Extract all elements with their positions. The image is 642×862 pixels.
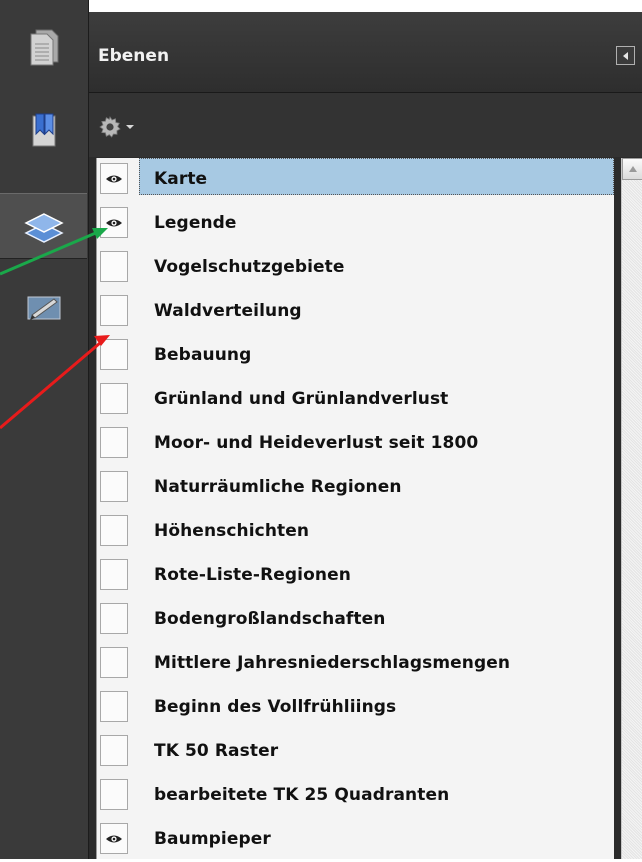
layers-list: Karte Legende Vogelschutzgebiete Waldvertei… bbox=[96, 158, 614, 859]
visibility-toggle[interactable] bbox=[100, 823, 128, 854]
visibility-toggle[interactable] bbox=[100, 339, 128, 370]
bookmarks-icon bbox=[32, 113, 55, 147]
layer-row[interactable]: Vogelschutzgebiete bbox=[97, 246, 614, 290]
layer-label: Karte bbox=[154, 169, 208, 189]
layer-label: Grünland und Grünlandverlust bbox=[154, 389, 449, 409]
layer-label: Legende bbox=[154, 213, 237, 233]
layer-label: Bebauung bbox=[154, 345, 252, 365]
signatures-icon bbox=[27, 296, 60, 320]
triangle-left-icon bbox=[622, 51, 628, 60]
layer-row[interactable]: TK 50 Raster bbox=[97, 730, 614, 774]
layer-row[interactable]: Naturräumliche Regionen bbox=[97, 466, 614, 510]
pages-icon bbox=[30, 29, 58, 66]
visibility-toggle[interactable] bbox=[100, 515, 128, 546]
layer-row[interactable]: Baumpieper bbox=[97, 818, 614, 862]
layer-label: Moor- und Heideverlust seit 1800 bbox=[154, 433, 479, 453]
visibility-toggle[interactable] bbox=[100, 603, 128, 634]
navigation-rail bbox=[0, 0, 89, 859]
layer-row[interactable]: bearbeitete TK 25 Quadranten bbox=[97, 774, 614, 818]
layer-label: Waldverteilung bbox=[154, 301, 302, 321]
layer-label: Naturräumliche Regionen bbox=[154, 477, 402, 497]
layer-label: Bodengroßlandschaften bbox=[154, 609, 386, 629]
eye-icon bbox=[106, 175, 122, 182]
signatures-button[interactable] bbox=[0, 278, 87, 338]
layer-row[interactable]: Karte bbox=[97, 158, 614, 202]
layer-row[interactable]: Höhenschichten bbox=[97, 510, 614, 554]
visibility-toggle[interactable] bbox=[100, 251, 128, 282]
gear-icon bbox=[99, 116, 121, 138]
layer-row[interactable]: Beginn des Vollfrühliings bbox=[97, 686, 614, 730]
layers-button[interactable] bbox=[0, 193, 87, 259]
visibility-toggle[interactable] bbox=[100, 471, 128, 502]
panel-header: Ebenen bbox=[89, 12, 642, 93]
visibility-toggle[interactable] bbox=[100, 779, 128, 810]
chevron-down-icon bbox=[126, 125, 134, 129]
layer-row[interactable]: Moor- und Heideverlust seit 1800 bbox=[97, 422, 614, 466]
visibility-toggle[interactable] bbox=[100, 691, 128, 722]
layer-row[interactable]: Rote-Liste-Regionen bbox=[97, 554, 614, 598]
scroll-up-button[interactable] bbox=[622, 158, 642, 180]
layer-label: bearbeitete TK 25 Quadranten bbox=[154, 785, 450, 805]
layer-row[interactable]: Grünland und Grünlandverlust bbox=[97, 378, 614, 422]
visibility-toggle[interactable] bbox=[100, 559, 128, 590]
visibility-toggle[interactable] bbox=[100, 207, 128, 238]
layer-row[interactable]: Waldverteilung bbox=[97, 290, 614, 334]
layer-row[interactable]: Bodengroßlandschaften bbox=[97, 598, 614, 642]
triangle-up-icon bbox=[628, 166, 637, 172]
layer-label: Mittlere Jahresniederschlagsmengen bbox=[154, 653, 511, 673]
layer-row[interactable]: Legende bbox=[97, 202, 614, 246]
eye-icon bbox=[106, 835, 122, 842]
visibility-toggle[interactable] bbox=[100, 383, 128, 414]
visibility-toggle[interactable] bbox=[100, 427, 128, 458]
pages-button[interactable] bbox=[0, 17, 87, 77]
layer-row[interactable]: Bebauung bbox=[97, 334, 614, 378]
eye-icon bbox=[106, 219, 122, 226]
layer-label: Höhenschichten bbox=[154, 521, 310, 541]
layer-row[interactable]: Mittlere Jahresniederschlagsmengen bbox=[97, 642, 614, 686]
visibility-toggle[interactable] bbox=[100, 163, 128, 194]
layer-label: TK 50 Raster bbox=[154, 741, 279, 761]
visibility-toggle[interactable] bbox=[100, 735, 128, 766]
layer-label: Rote-Liste-Regionen bbox=[154, 565, 351, 585]
selection-highlight bbox=[139, 158, 614, 195]
bookmarks-button[interactable] bbox=[0, 100, 87, 160]
options-toolbar bbox=[89, 93, 642, 157]
visibility-toggle[interactable] bbox=[100, 647, 128, 678]
layer-label: Baumpieper bbox=[154, 829, 271, 849]
options-menu-button[interactable] bbox=[98, 115, 135, 139]
visibility-toggle[interactable] bbox=[100, 295, 128, 326]
layers-icon bbox=[23, 213, 64, 243]
panel-title: Ebenen bbox=[98, 46, 170, 66]
layer-label: Beginn des Vollfrühliings bbox=[154, 697, 397, 717]
collapse-panel-button[interactable] bbox=[616, 46, 635, 65]
vertical-scrollbar[interactable] bbox=[621, 158, 642, 859]
layer-label: Vogelschutzgebiete bbox=[154, 257, 345, 277]
layers-panel: Ebenen Karte Legende Vogelschutzgebiete Wal… bbox=[89, 12, 642, 859]
